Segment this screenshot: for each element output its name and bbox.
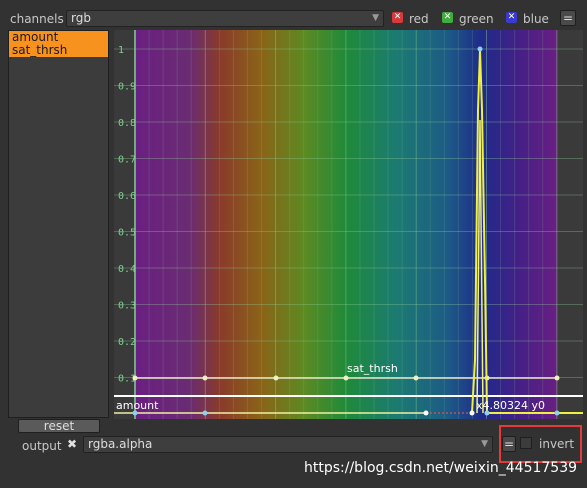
- chevron-down-icon: ▼: [481, 439, 488, 449]
- curve-graph[interactable]: 10.90.80.70.60.50.40.30.20.1 0123456 sat…: [114, 30, 583, 419]
- red-label: red: [409, 12, 429, 26]
- red-checkbox[interactable]: ✕: [392, 12, 403, 23]
- curve-list: amount sat_thrsh: [8, 30, 109, 418]
- curve-point[interactable]: [477, 46, 483, 52]
- close-icon: ✕: [443, 12, 452, 22]
- curve-point[interactable]: [554, 410, 560, 416]
- curve-point[interactable]: [469, 410, 475, 416]
- y-tick-label: 0.6: [118, 191, 136, 202]
- channels-dropdown[interactable]: rgb ▼: [66, 10, 384, 27]
- blue-checkbox[interactable]: ✕: [506, 12, 517, 23]
- sat-thrsh-curve-label: sat_thrsh: [347, 362, 398, 375]
- y-tick-label: 0.2: [118, 337, 136, 348]
- channels-label: channels: [10, 12, 64, 26]
- invert-label: invert: [539, 437, 575, 451]
- y-tick-label: 0.7: [118, 155, 136, 166]
- curve-point[interactable]: [273, 375, 279, 381]
- y-tick-label: 1: [118, 45, 124, 56]
- close-icon: ✕: [507, 12, 516, 22]
- invert-checkbox[interactable]: [520, 437, 532, 449]
- watermark-text: https://blog.csdn.net/weixin_44517539: [304, 460, 578, 476]
- green-label: green: [459, 12, 494, 26]
- channels-value: rgb: [71, 11, 91, 25]
- y-tick-label: 0.3: [118, 301, 136, 312]
- hue-spectrum: [135, 30, 558, 419]
- curve-point[interactable]: [202, 375, 208, 381]
- output-value: rgba.alpha: [88, 437, 153, 451]
- curve-point[interactable]: [343, 375, 349, 381]
- curve-point[interactable]: [423, 410, 429, 416]
- green-checkbox[interactable]: ✕: [442, 12, 453, 23]
- output-menu-button[interactable]: =: [502, 436, 516, 452]
- output-dropdown[interactable]: rgba.alpha ▼: [83, 436, 493, 453]
- close-icon: ✕: [393, 12, 402, 22]
- y-tick-label: 0.5: [118, 228, 136, 239]
- cursor-readout: x4.80324 y0: [476, 399, 545, 412]
- output-label: output: [22, 439, 62, 453]
- reset-button[interactable]: reset: [18, 419, 100, 433]
- menu-button[interactable]: =: [560, 10, 576, 26]
- chevron-down-icon: ▼: [372, 13, 379, 23]
- clear-icon[interactable]: ✖: [67, 437, 77, 451]
- curve-item-sat-thrsh[interactable]: sat_thrsh: [9, 44, 108, 57]
- y-tick-label: 0.4: [118, 264, 136, 275]
- curve-point[interactable]: [132, 375, 138, 381]
- curve-point[interactable]: [202, 410, 208, 416]
- curve-point[interactable]: [554, 375, 560, 381]
- amount-curve-label: amount: [116, 399, 159, 412]
- curve-point[interactable]: [413, 375, 419, 381]
- y-tick-label: 0.9: [118, 82, 136, 93]
- blue-label: blue: [523, 12, 549, 26]
- y-tick-label: 0.8: [118, 118, 136, 129]
